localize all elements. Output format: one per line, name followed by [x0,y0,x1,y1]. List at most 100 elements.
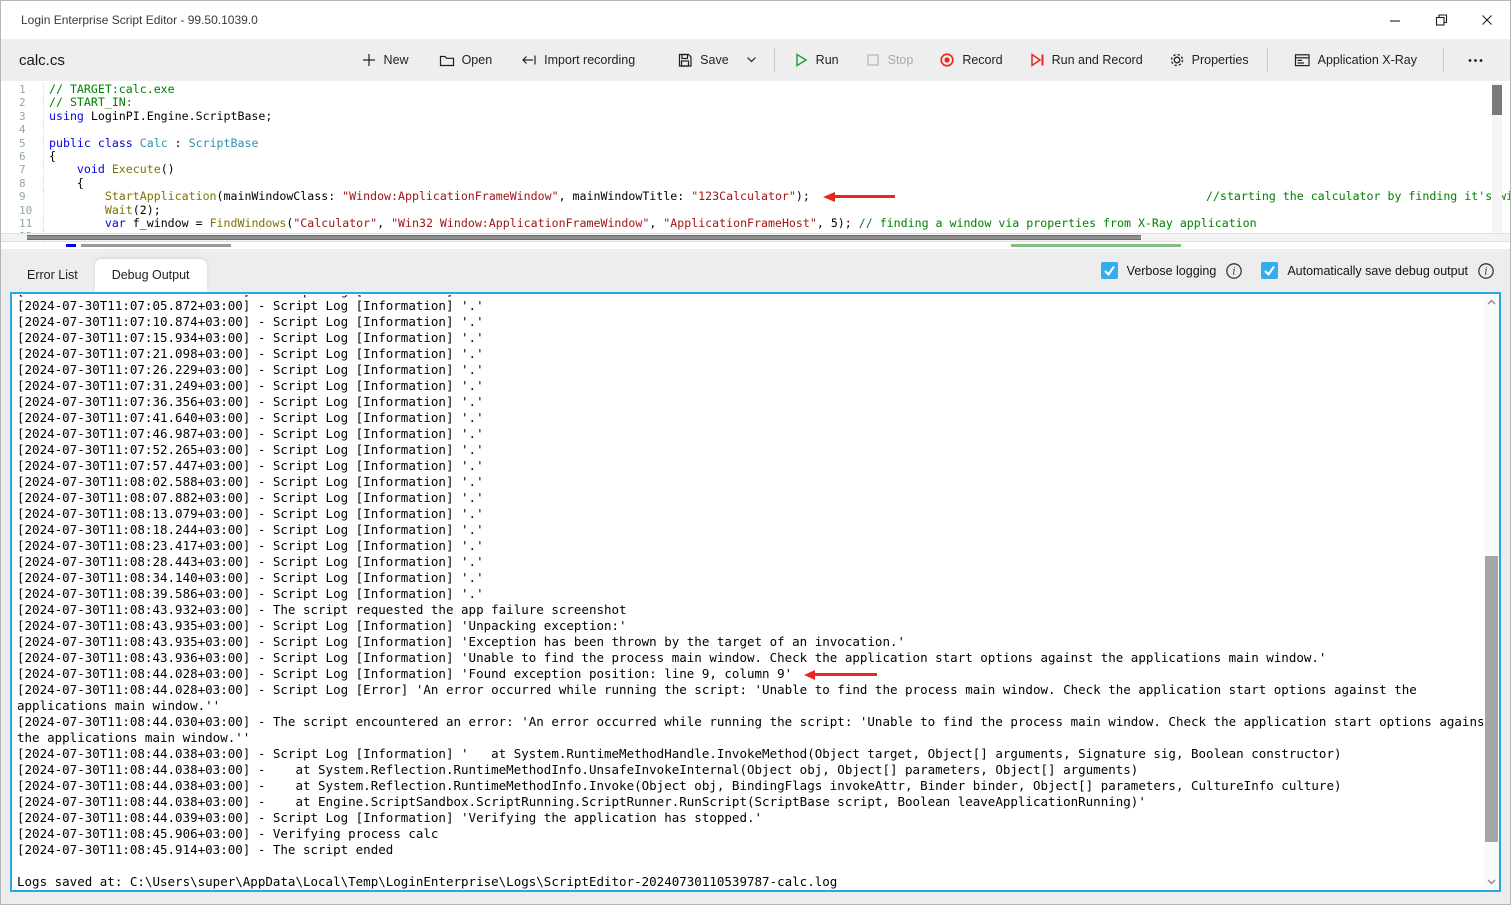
annotation-arrow [804,670,877,680]
open-button[interactable]: Open [430,45,502,75]
application-xray-icon [1294,52,1311,68]
verbose-logging-label: Verbose logging [1127,264,1217,278]
log-line: [2024-07-30T11:08:43.935+03:00] - Script… [17,618,1499,634]
log-line: [2024-07-30T11:08:44.038+03:00] - at Sys… [17,778,1499,794]
log-line: [2024-07-30T11:08:39.586+03:00] - Script… [17,586,1499,602]
import-recording-button[interactable]: Import recording [511,45,644,75]
autosave-debug-label: Automatically save debug output [1287,264,1468,278]
log-line: [2024-07-30T11:08:13.079+03:00] - Script… [17,506,1499,522]
record-label: Record [962,53,1002,67]
verbose-info-icon[interactable]: i [1225,262,1243,280]
tab-error-list[interactable]: Error List [10,259,95,292]
chevron-down-icon [746,56,757,64]
plus-icon [361,52,377,68]
line-number: 3 [1,110,43,123]
toolbar: calc.cs New Open Import recording Save [1,39,1510,81]
verbose-logging-checkbox[interactable] [1101,262,1118,279]
code-line: 8 { [1,177,1510,190]
record-button[interactable]: Record [930,45,1011,75]
log-line: [2024-07-30T11:08:02.588+03:00] - Script… [17,474,1499,490]
save-button[interactable]: Save [668,45,738,75]
tab-strip: Error List Debug Output Verbose logging … [1,249,1510,292]
stop-button[interactable]: Stop [856,45,923,75]
log-line: [2024-07-30T11:08:44.028+03:00] - Script… [17,666,1499,682]
log-line: [2024-07-30T11:08:44.030+03:00] - The sc… [17,714,1499,730]
new-label: New [384,53,409,67]
log-line: Logs saved at: C:\Users\super\AppData\Lo… [17,874,1499,890]
run-button[interactable]: Run [784,45,848,75]
file-name: calc.cs [19,52,65,69]
log-line: [2024-07-30T11:08:44.038+03:00] - at Sys… [17,762,1499,778]
save-label: Save [700,53,729,67]
editor-horizontal-scrollbar-thumb[interactable] [27,235,1141,240]
log-line: [2024-07-30T11:08:43.936+03:00] - Script… [17,650,1499,666]
line-number: 7 [1,163,43,176]
log-line: [2024-07-30T11:08:44.038+03:00] - Script… [17,746,1499,762]
run-label: Run [816,53,839,67]
line-number: 5 [1,137,43,150]
code-line: 9 StartApplication(mainWindowClass: "Win… [1,190,1510,203]
scroll-up-icon[interactable] [1484,295,1499,309]
code-editor[interactable]: 1// TARGET:calc.exe2// START_IN:3using L… [1,81,1510,249]
save-dropdown-button[interactable] [738,45,765,75]
gear-icon [1169,52,1185,68]
code-line: 1// TARGET:calc.exe [1,83,1510,96]
bottom-pane: Error List Debug Output Verbose logging … [1,249,1510,904]
scroll-down-icon[interactable] [1484,875,1499,889]
inline-comment: //starting the calculator by finding it'… [1206,190,1510,203]
log-line: applications main window.'' [17,698,1499,714]
line-number: 6 [1,150,43,163]
log-line: the applications main window.'' [17,730,1499,746]
stop-label: Stop [888,53,914,67]
code-line: 3using LoginPI.Engine.ScriptBase; [1,110,1510,123]
log-line: [2024-07-30T11:07:31.249+03:00] - Script… [17,378,1499,394]
tab-debug-output[interactable]: Debug Output [95,259,207,292]
run-icon [793,52,809,68]
application-xray-button[interactable]: Application X-Ray [1285,45,1426,75]
code-line: 2// START_IN: [1,96,1510,109]
log-line: [2024-07-30T11:07:57.447+03:00] - Script… [17,458,1499,474]
editor-vertical-scrollbar-thumb[interactable] [1492,85,1502,115]
application-xray-label: Application X-Ray [1318,53,1417,67]
title-bar: Login Enterprise Script Editor - 99.50.1… [1,1,1510,39]
run-and-record-button[interactable]: Run and Record [1020,45,1152,75]
log-line: [2024-07-30T11:07:41.640+03:00] - Script… [17,410,1499,426]
code-line: 11 var f_window = FindWindows("Calculato… [1,217,1510,230]
log-line: [2024-07-30T11:07:05.872+03:00] - Script… [17,298,1499,314]
log-vertical-scrollbar-thumb[interactable] [1485,556,1498,842]
more-button[interactable] [1453,45,1498,75]
log-line: [2024-07-30T11:08:44.028+03:00] - Script… [17,682,1499,698]
window-controls [1372,1,1510,39]
window-title: Login Enterprise Script Editor - 99.50.1… [21,13,258,27]
log-line: [2024-07-30T11:07:52.265+03:00] - Script… [17,442,1499,458]
log-vertical-scrollbar[interactable] [1484,294,1499,890]
properties-button[interactable]: Properties [1160,45,1258,75]
autosave-info-icon[interactable]: i [1477,262,1495,280]
code-line: 4 [1,123,1510,136]
checkmark-icon [1263,264,1276,277]
line-number: 9 [1,190,43,203]
new-button[interactable]: New [352,45,418,75]
minimize-icon [1388,13,1402,27]
log-line: [2024-07-30T11:07:21.098+03:00] - Script… [17,346,1499,362]
toolbar-separator [1267,48,1268,72]
log-line: [2024-07-30T11:08:44.039+03:00] - Script… [17,810,1499,826]
svg-text:i: i [1484,266,1487,277]
restore-icon [1434,13,1448,27]
run-and-record-label: Run and Record [1052,53,1143,67]
folder-icon [439,52,455,68]
toolbar-separator [1443,48,1444,72]
editor-horizontal-scrollbar[interactable] [1,233,1510,242]
close-button[interactable] [1464,1,1510,39]
log-line: [2024-07-30T11:07:10.874+03:00] - Script… [17,314,1499,330]
app-window: Login Enterprise Script Editor - 99.50.1… [0,0,1511,905]
line-number: 10 [1,204,43,217]
log-line: [2024-07-30T11:08:18.244+03:00] - Script… [17,522,1499,538]
log-line: [2024-07-30T11:07:46.987+03:00] - Script… [17,426,1499,442]
minimize-button[interactable] [1372,1,1418,39]
run-and-record-icon [1029,52,1045,68]
annotation-arrow [823,190,895,203]
autosave-debug-checkbox[interactable] [1261,262,1278,279]
restore-button[interactable] [1418,1,1464,39]
code-line: 5public class Calc : ScriptBase [1,137,1510,150]
